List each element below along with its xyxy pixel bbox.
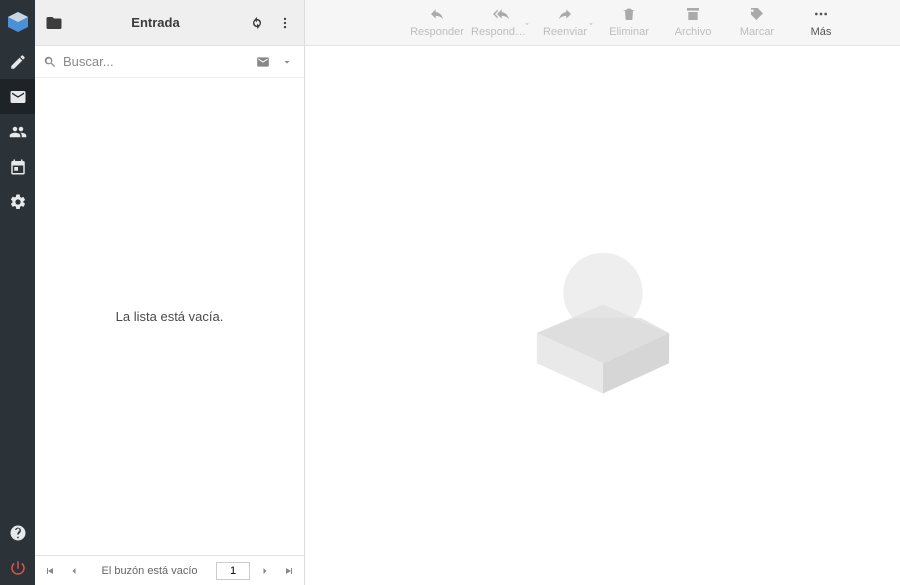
page-input[interactable] bbox=[216, 562, 250, 580]
logout-button[interactable] bbox=[0, 550, 35, 585]
more-label: Más bbox=[811, 26, 832, 38]
reply-all-icon bbox=[493, 6, 509, 22]
app-logo bbox=[6, 10, 30, 34]
kebab-menu-icon[interactable] bbox=[274, 12, 296, 34]
settings-nav[interactable] bbox=[0, 184, 35, 219]
folder-title: Entrada bbox=[71, 15, 240, 30]
reply-all-dropdown-icon[interactable] bbox=[523, 20, 531, 35]
folder-icon[interactable] bbox=[43, 12, 65, 34]
delete-label: Eliminar bbox=[609, 26, 649, 38]
forward-icon bbox=[557, 6, 573, 22]
search-row: Buscar... bbox=[35, 46, 304, 78]
reply-button[interactable]: Responder bbox=[405, 4, 469, 38]
prev-page-icon[interactable] bbox=[65, 562, 83, 580]
more-icon bbox=[813, 6, 829, 22]
search-icon bbox=[43, 55, 57, 69]
mail-nav[interactable] bbox=[0, 79, 35, 114]
list-footer: El buzón está vacío bbox=[35, 555, 304, 585]
message-list-body: La lista está vacía. bbox=[35, 78, 304, 555]
forward-dropdown-icon[interactable] bbox=[587, 20, 595, 35]
archive-button[interactable]: Archivo bbox=[661, 4, 725, 38]
reply-all-label: Responder … bbox=[471, 26, 531, 38]
next-page-icon[interactable] bbox=[256, 562, 274, 580]
compose-button[interactable] bbox=[0, 44, 35, 79]
content-panel: Responder Responder … Reenviar Eliminar … bbox=[305, 0, 900, 585]
empty-list-text: La lista está vacía. bbox=[116, 309, 224, 324]
list-header: Entrada bbox=[35, 0, 304, 46]
more-button[interactable]: Más bbox=[789, 4, 853, 38]
reply-label: Responder bbox=[410, 26, 464, 38]
calendar-nav[interactable] bbox=[0, 149, 35, 184]
mark-label: Marcar bbox=[740, 26, 774, 38]
forward-label: Reenviar bbox=[543, 26, 587, 38]
mailbox-status: El buzón está vacío bbox=[89, 565, 210, 577]
search-options-icon[interactable] bbox=[278, 53, 296, 71]
help-button[interactable] bbox=[0, 515, 35, 550]
message-list-panel: Entrada Buscar... La lista está vacía. bbox=[35, 0, 305, 585]
content-body bbox=[305, 46, 900, 585]
last-page-icon[interactable] bbox=[280, 562, 298, 580]
archive-label: Archivo bbox=[675, 26, 712, 38]
trash-icon bbox=[621, 6, 637, 22]
reply-icon bbox=[429, 6, 445, 22]
empty-illustration bbox=[508, 231, 698, 401]
app-sidebar bbox=[0, 0, 35, 585]
search-scope-icon[interactable] bbox=[254, 53, 272, 71]
contacts-nav[interactable] bbox=[0, 114, 35, 149]
reply-all-button[interactable]: Responder … bbox=[469, 4, 533, 38]
search-input[interactable]: Buscar... bbox=[63, 54, 248, 69]
message-toolbar: Responder Responder … Reenviar Eliminar … bbox=[305, 0, 900, 46]
mark-button[interactable]: Marcar bbox=[725, 4, 789, 38]
delete-button[interactable]: Eliminar bbox=[597, 4, 661, 38]
first-page-icon[interactable] bbox=[41, 562, 59, 580]
tag-icon bbox=[749, 6, 765, 22]
forward-button[interactable]: Reenviar bbox=[533, 4, 597, 38]
refresh-icon[interactable] bbox=[246, 12, 268, 34]
archive-icon bbox=[685, 6, 701, 22]
